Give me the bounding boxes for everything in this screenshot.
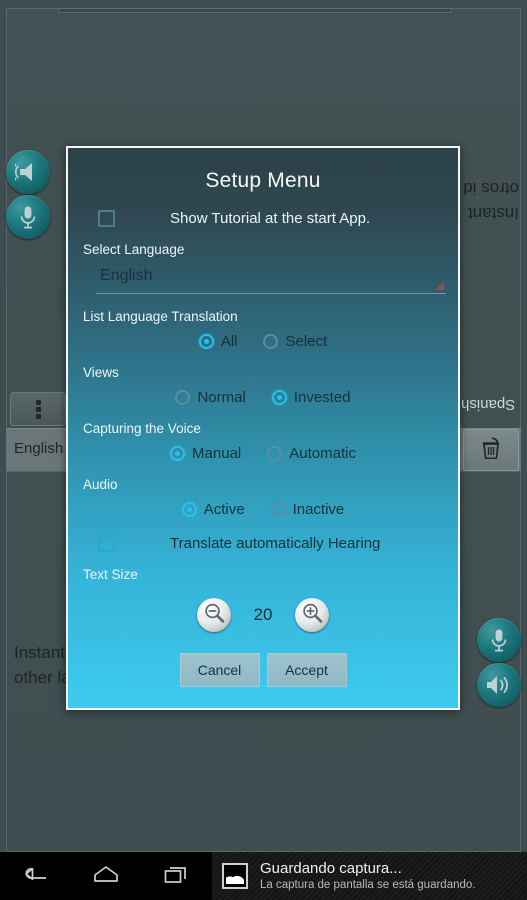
text-size-label: Text Size <box>83 567 138 582</box>
setup-menu-dialog: Setup Menu Show Tutorial at the start Ap… <box>66 146 460 710</box>
home-button[interactable] <box>84 852 128 900</box>
radio-select[interactable] <box>263 334 279 349</box>
radio-automatic-label: Automatic <box>289 445 356 462</box>
screen: Instant otros id Spanish English Instant <box>0 0 527 900</box>
back-button[interactable] <box>13 852 57 900</box>
radio-option-active[interactable]: Active <box>181 501 245 518</box>
microphone-icon <box>18 205 38 229</box>
select-language-label: Select Language <box>83 242 185 257</box>
notification-text: Guardando captura... La captura de panta… <box>260 860 475 893</box>
show-tutorial-checkbox[interactable] <box>98 210 115 227</box>
system-navigation-bar: Guardando captura... La captura de panta… <box>0 852 527 900</box>
speaker-icon <box>15 161 41 183</box>
translate-hearing-label: Translate automatically Hearing <box>170 535 381 552</box>
radio-normal-label: Normal <box>197 389 246 406</box>
dialog-buttons: Cancel Accept <box>68 653 458 687</box>
capturing-voice-options: Manual Automatic <box>68 445 458 462</box>
left-microphone-button[interactable] <box>6 195 50 239</box>
screenshot-image-icon <box>222 863 248 889</box>
dialog-title: Setup Menu <box>205 169 321 192</box>
radio-option-manual[interactable]: Manual <box>170 445 241 462</box>
accept-button[interactable]: Accept <box>266 653 347 687</box>
cancel-button[interactable]: Cancel <box>179 653 260 687</box>
app-top-input-bar[interactable] <box>58 8 452 13</box>
zoom-in-icon <box>301 602 323 629</box>
radio-option-all[interactable]: All <box>198 333 238 350</box>
capturing-voice-label: Capturing the Voice <box>83 421 201 436</box>
radio-option-inactive[interactable]: Inactive <box>270 501 345 518</box>
list-language-translation-label: List Language Translation <box>83 309 238 324</box>
nav-keys <box>0 852 212 900</box>
recent-apps-icon <box>163 863 191 890</box>
show-tutorial-row[interactable]: Show Tutorial at the start App. <box>68 210 458 227</box>
radio-manual[interactable] <box>170 446 186 461</box>
select-language-spinner[interactable]: English <box>96 263 446 294</box>
home-icon <box>92 864 120 889</box>
radio-invested[interactable] <box>271 390 287 405</box>
notification-subtitle: La captura de pantalla se está guardando… <box>260 878 476 891</box>
radio-option-select[interactable]: Select <box>263 333 327 350</box>
radio-inactive-label: Inactive <box>292 501 345 518</box>
notification-banner[interactable]: Guardando captura... La captura de panta… <box>212 852 527 900</box>
right-speaker-button[interactable] <box>477 663 521 707</box>
radio-active[interactable] <box>181 502 197 517</box>
radio-normal[interactable] <box>175 390 191 405</box>
translate-hearing-row[interactable]: Translate automatically Hearing <box>68 535 458 552</box>
audio-options: Active Inactive <box>68 501 458 518</box>
spinner-arrow-icon <box>435 281 444 290</box>
text-size-decrease-button[interactable] <box>197 598 231 632</box>
speaker-icon <box>486 674 512 696</box>
text-size-stepper: 20 <box>68 598 458 632</box>
radio-option-automatic[interactable]: Automatic <box>267 445 356 462</box>
radio-all[interactable] <box>198 334 214 349</box>
text-size-value: 20 <box>253 605 273 624</box>
right-microphone-button[interactable] <box>477 618 521 662</box>
text-size-increase-button[interactable] <box>295 598 329 632</box>
left-speaker-button[interactable] <box>6 150 50 194</box>
radio-all-label: All <box>220 333 238 350</box>
microphone-icon <box>489 628 509 652</box>
overflow-menu-button[interactable] <box>10 392 66 426</box>
radio-option-normal[interactable]: Normal <box>175 389 246 406</box>
select-language-value: English <box>100 267 153 284</box>
notification-title: Guardando captura... <box>260 859 402 877</box>
back-icon <box>22 864 48 889</box>
radio-active-label: Active <box>203 501 245 518</box>
radio-invested-label: Invested <box>293 389 351 406</box>
zoom-out-icon <box>203 602 225 629</box>
views-label: Views <box>83 365 119 380</box>
trash-icon <box>481 436 501 464</box>
radio-manual-label: Manual <box>192 445 242 462</box>
translate-hearing-checkbox[interactable] <box>98 535 115 552</box>
recent-apps-button[interactable] <box>155 852 199 900</box>
views-options: Normal Invested <box>68 389 458 406</box>
trash-button[interactable] <box>463 429 519 471</box>
radio-inactive[interactable] <box>270 502 286 517</box>
radio-select-label: Select <box>285 333 328 350</box>
background-rotated-language-label: Spanish <box>460 396 515 413</box>
list-language-translation-options: All Select <box>68 333 458 350</box>
radio-option-invested[interactable]: Invested <box>271 389 351 406</box>
audio-label: Audio <box>83 477 118 492</box>
overflow-menu-icon <box>35 399 41 419</box>
background-language-label: English <box>14 440 64 457</box>
radio-automatic[interactable] <box>267 446 283 461</box>
show-tutorial-label: Show Tutorial at the start App. <box>170 210 371 227</box>
